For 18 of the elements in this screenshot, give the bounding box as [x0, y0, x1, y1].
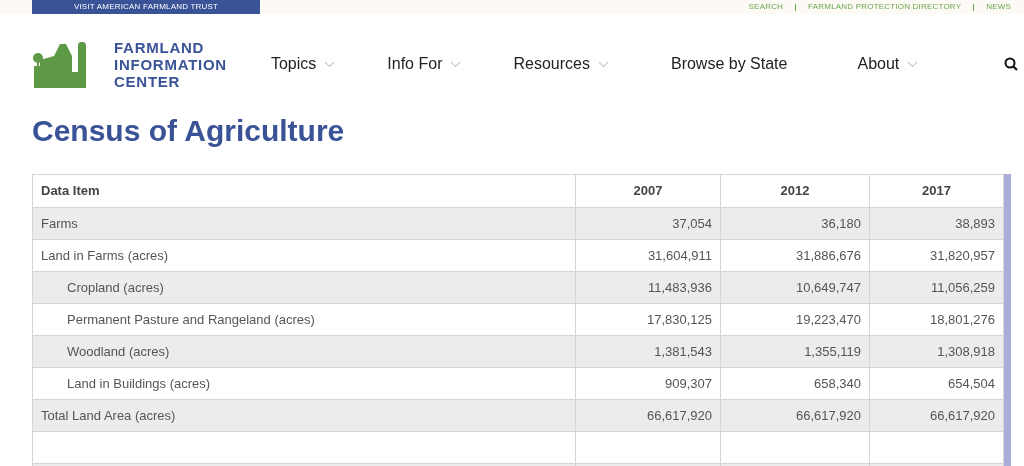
table-cell-text: Permanent Pasture and Rangeland (acres)	[66, 310, 316, 329]
nav-item[interactable]: About	[857, 52, 919, 76]
nav-item[interactable]: Info For	[387, 52, 462, 76]
visit-trust-button[interactable]: VISIT AMERICAN FARMLAND TRUST	[32, 0, 260, 14]
table-cell-text: Land in Farms (acres)	[40, 246, 170, 265]
column-header: Data Item	[40, 182, 101, 201]
page-title: Census of Agriculture	[32, 114, 346, 148]
table-cell-text: Cropland (acres)	[66, 278, 165, 297]
search-icon[interactable]	[1004, 57, 1018, 71]
table-cell-text: Woodland (acres)	[66, 342, 171, 361]
table-cell-text: Land in Buildings (acres)	[66, 374, 212, 393]
table-cell-text: Farms	[40, 214, 79, 233]
logo-text: FARMLAND INFORMATION CENTER	[114, 38, 227, 90]
nav-item[interactable]: Browse by State	[670, 52, 788, 76]
nav-item[interactable]: Topics	[270, 52, 336, 76]
table-cell-text: Total Land Area (acres)	[40, 406, 177, 425]
nav-item[interactable]: Resources	[513, 52, 609, 76]
scrollbar[interactable]	[1004, 174, 1011, 466]
